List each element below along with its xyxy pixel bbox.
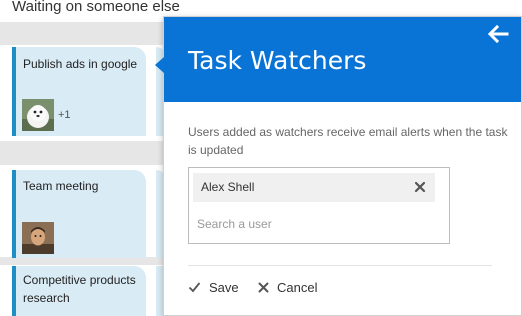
- search-user-input[interactable]: [197, 214, 437, 234]
- task-card[interactable]: Publish ads in google +1: [12, 47, 146, 136]
- cancel-label: Cancel: [277, 279, 318, 295]
- task-card-title: Publish ads in google: [23, 57, 138, 71]
- panel-pointer: [155, 57, 164, 73]
- save-label: Save: [209, 279, 239, 295]
- watcher-avatar: [22, 99, 54, 131]
- save-button[interactable]: Save: [188, 277, 239, 297]
- close-icon: [258, 282, 269, 292]
- panel-header: Task Watchers: [164, 17, 521, 102]
- task-card[interactable]: Team meeting: [12, 170, 146, 258]
- extra-watchers-count: +1: [58, 109, 71, 121]
- checkmark-icon: [188, 282, 201, 293]
- watcher-chip: Alex Shell: [193, 173, 435, 202]
- task-card[interactable]: Competitive products research: [12, 266, 146, 316]
- column-header: Waiting on someone else: [12, 0, 180, 15]
- panel-description: Users added as watchers receive email al…: [188, 125, 508, 157]
- close-icon[interactable]: [414, 181, 426, 193]
- task-card-title: Team meeting: [23, 179, 99, 193]
- cancel-button[interactable]: Cancel: [258, 277, 317, 297]
- task-watchers-panel: Task Watchers Users added as watchers re…: [155, 16, 522, 316]
- assignee-avatar: [22, 222, 54, 254]
- watcher-name: Alex Shell: [201, 180, 255, 194]
- divider: [188, 265, 492, 266]
- panel-title: Task Watchers: [188, 46, 367, 75]
- watcher-picker: Alex Shell: [188, 167, 450, 244]
- arrow-left-icon[interactable]: [487, 25, 509, 43]
- task-card-title: Competitive products research: [23, 273, 136, 305]
